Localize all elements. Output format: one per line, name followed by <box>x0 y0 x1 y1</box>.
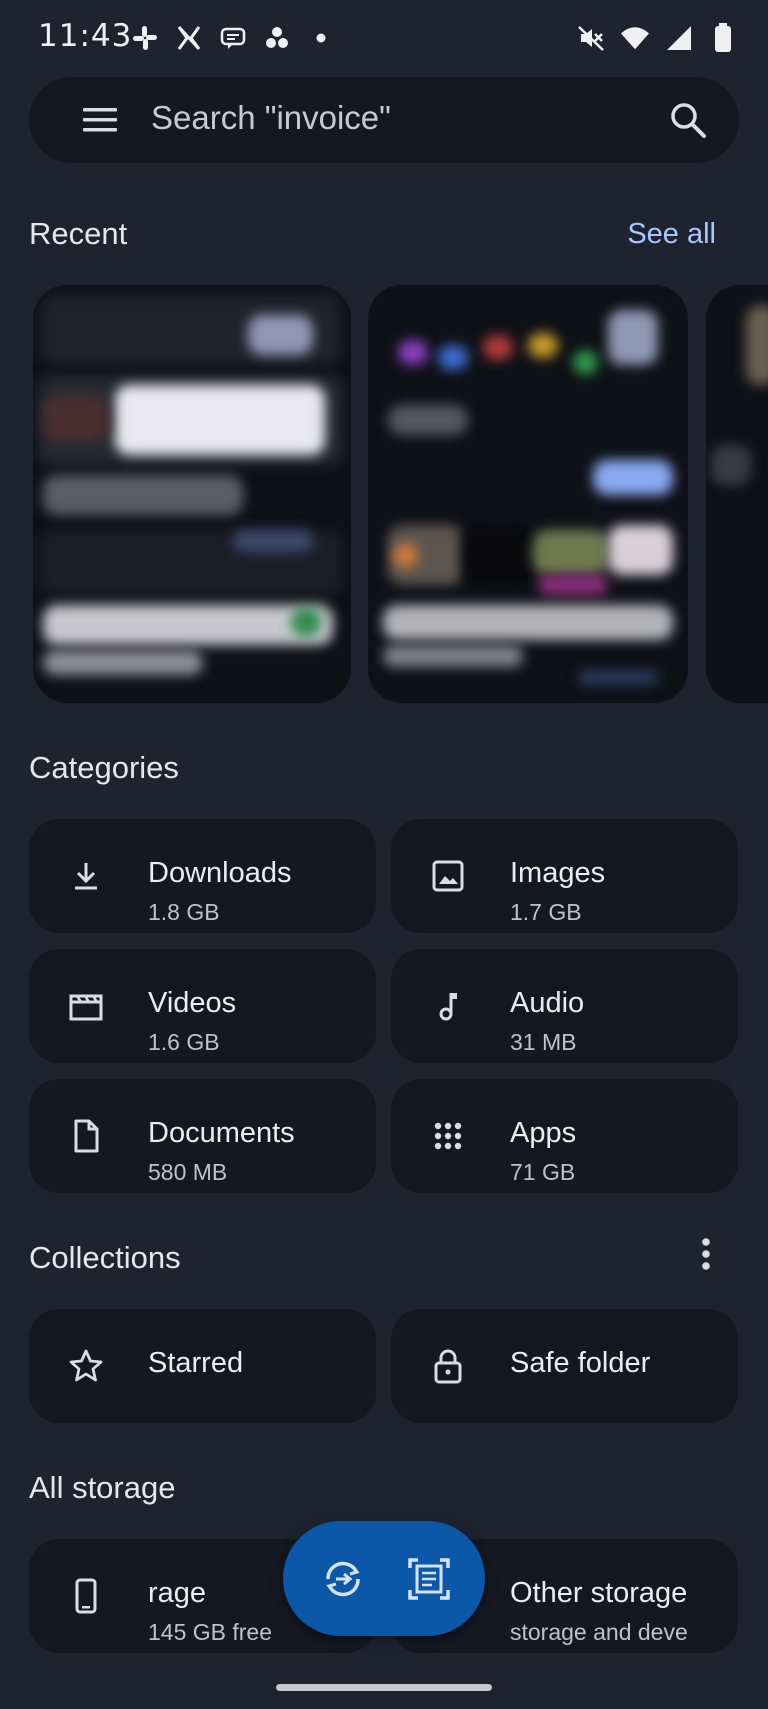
category-label: Audio <box>510 987 585 1019</box>
dot-icon <box>306 23 336 53</box>
search-bar[interactable]: Search "invoice" <box>29 77 739 163</box>
system-icons <box>576 20 738 56</box>
storage-free: 145 GB free <box>148 1619 273 1645</box>
search-icon[interactable] <box>667 99 709 141</box>
category-images[interactable]: Images 1.7 GB <box>391 819 738 933</box>
collection-label: Safe folder <box>510 1347 651 1379</box>
star-icon <box>67 1347 105 1385</box>
category-audio[interactable]: Audio 31 MB <box>391 949 738 1063</box>
lock-icon <box>429 1347 467 1385</box>
menu-icon[interactable] <box>81 101 119 139</box>
categories-title: Categories <box>29 750 179 785</box>
category-videos[interactable]: Videos 1.6 GB <box>29 949 376 1063</box>
category-apps[interactable]: Apps 71 GB <box>391 1079 738 1193</box>
video-icon <box>67 987 105 1025</box>
recent-thumbnail-3[interactable] <box>706 285 768 703</box>
category-downloads[interactable]: Downloads 1.8 GB <box>29 819 376 933</box>
recent-title: Recent <box>29 216 128 251</box>
slack-icon <box>130 23 160 53</box>
category-label: Apps <box>510 1117 577 1149</box>
recent-thumbnail-2[interactable] <box>368 285 688 703</box>
music-note-icon <box>429 987 467 1025</box>
category-label: Images <box>510 857 606 889</box>
image-icon <box>429 857 467 895</box>
wifi-icon <box>620 23 650 53</box>
category-label: Documents <box>148 1117 295 1149</box>
collections-title: Collections <box>29 1240 181 1275</box>
category-label: Downloads <box>148 857 292 889</box>
sync-clean-icon[interactable] <box>320 1556 366 1602</box>
category-size: 580 MB <box>148 1159 228 1185</box>
status-time: 11:43 <box>38 18 133 54</box>
chat-icon <box>218 23 248 53</box>
category-documents[interactable]: Documents 580 MB <box>29 1079 376 1193</box>
category-size: 31 MB <box>510 1029 577 1055</box>
storage-label: rage <box>148 1577 207 1609</box>
cluster-icon <box>262 23 292 53</box>
storage-subtitle: storage and deve <box>510 1619 688 1645</box>
more-options-icon[interactable] <box>696 1234 716 1274</box>
collection-starred[interactable]: Starred <box>29 1309 376 1423</box>
mute-icon <box>576 23 606 53</box>
see-all-link[interactable]: See all <box>627 218 716 251</box>
phone-icon <box>67 1577 105 1615</box>
floating-action-bar <box>283 1521 485 1636</box>
document-icon <box>67 1117 105 1155</box>
all-storage-title: All storage <box>29 1470 176 1505</box>
category-label: Videos <box>148 987 237 1019</box>
category-size: 1.7 GB <box>510 899 582 925</box>
x-icon <box>174 23 204 53</box>
battery-icon <box>708 23 738 53</box>
notification-icons <box>130 20 336 56</box>
search-input[interactable]: Search "invoice" <box>151 99 391 137</box>
recent-thumbnail-1[interactable] <box>33 285 351 703</box>
category-size: 1.8 GB <box>148 899 220 925</box>
apps-grid-icon <box>429 1117 467 1155</box>
category-size: 1.6 GB <box>148 1029 220 1055</box>
status-bar: 11:43 <box>0 0 768 76</box>
category-size: 71 GB <box>510 1159 576 1185</box>
home-indicator[interactable] <box>276 1684 492 1691</box>
collection-safe-folder[interactable]: Safe folder <box>391 1309 738 1423</box>
collection-label: Starred <box>148 1347 244 1379</box>
signal-icon <box>664 23 694 53</box>
storage-label: Other storage <box>510 1577 688 1609</box>
scan-document-icon[interactable] <box>406 1556 452 1602</box>
download-icon <box>67 857 105 895</box>
